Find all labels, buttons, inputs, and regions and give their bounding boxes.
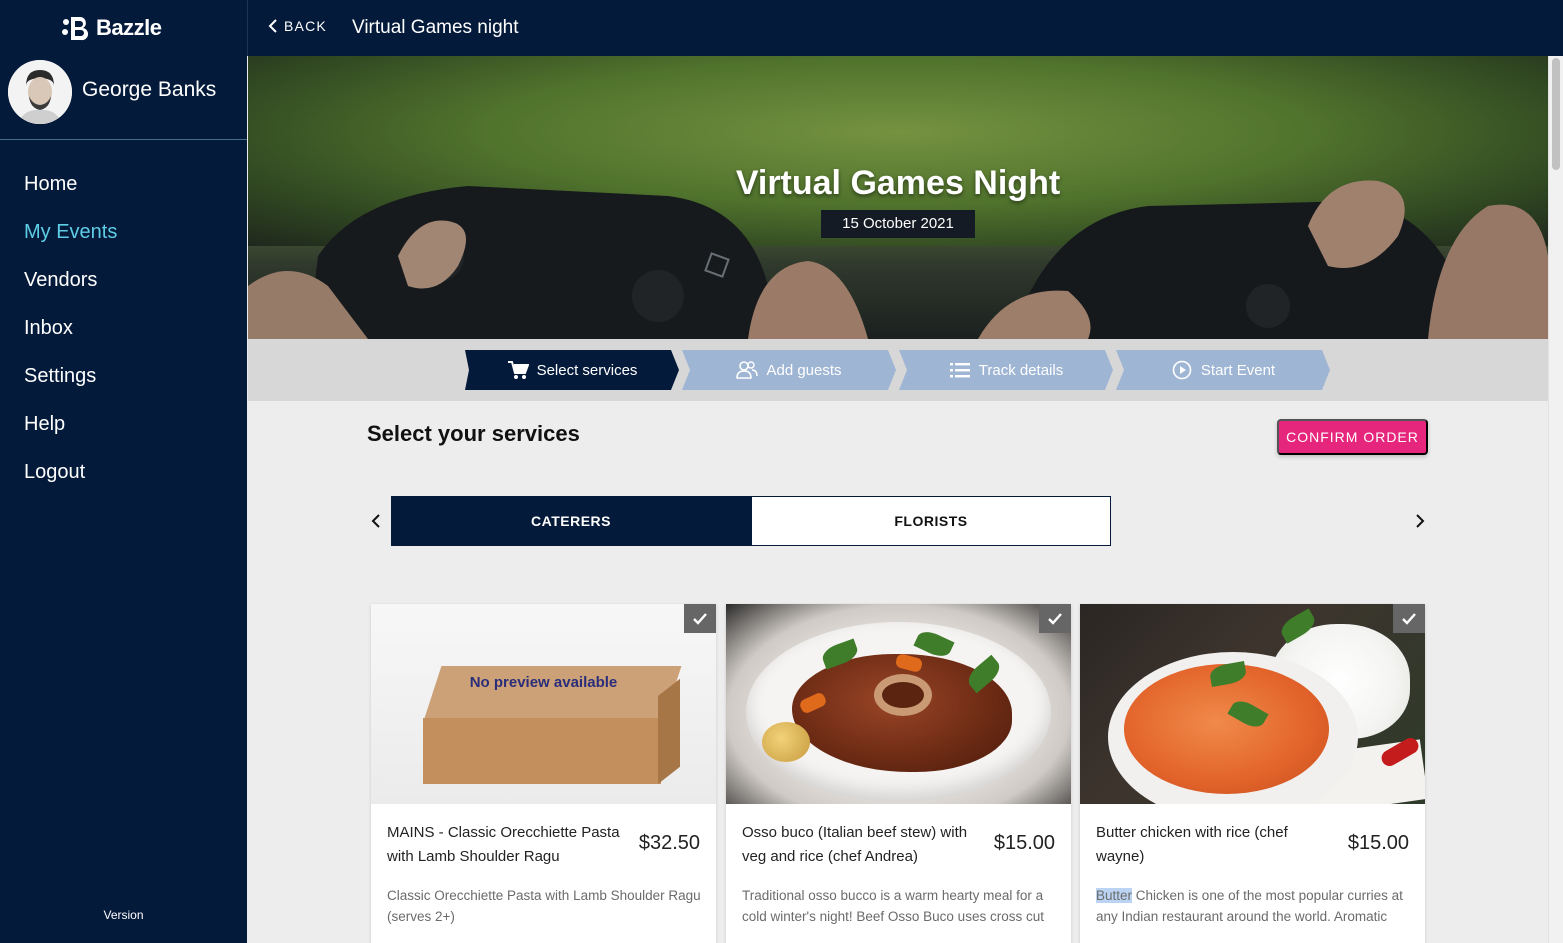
tab-caterers[interactable]: CATERERS [391,496,751,546]
sidebar-item-inbox[interactable]: Inbox [0,304,247,352]
confirm-order-button[interactable]: CONFIRM ORDER [1277,419,1428,455]
service-card[interactable]: Osso buco (Italian beef stew) with veg a… [726,604,1071,943]
sidebar-item-my-events[interactable]: My Events [0,208,247,256]
section-title: Select your services [367,421,580,446]
step-label: Select services [536,361,638,379]
event-steps-bar: Select services Add guests Track details… [248,339,1548,401]
potato-graphic [762,722,810,762]
step-start-event[interactable]: Start Event [1116,350,1330,390]
select-checkbox[interactable] [684,604,716,633]
page-title: Virtual Games night [352,17,519,38]
back-label: BACK [284,18,327,34]
box-graphic-side [658,678,680,784]
check-icon [693,612,707,625]
no-preview-text: No preview available [469,674,618,691]
sidebar-item-home[interactable]: Home [0,160,247,208]
service-title: Osso buco (Italian beef stew) with veg a… [742,824,968,865]
service-description: Classic Orecchiette Pasta with Lamb Shou… [387,888,701,924]
description-rest: Chicken is one of the most popular curri… [1096,888,1403,924]
box-graphic-front [423,718,661,784]
step-label: Track details [978,361,1064,379]
service-card[interactable]: No preview available MAINS - Classic Ore… [371,604,716,943]
user-profile: George Banks [0,56,247,140]
step-add-guests[interactable]: Add guests [682,350,896,390]
event-title: Virtual Games Night [735,164,1061,202]
step-select-services[interactable]: Select services [465,350,679,390]
sidebar: Bazzle George Banks Home My Events Vendo… [0,0,247,943]
service-price: $32.50 [638,832,700,854]
bone-graphic [874,674,932,716]
select-checkbox[interactable] [1039,604,1071,633]
event-hero-banner: Virtual Games Night 15 October 2021 [248,56,1548,339]
service-image-placeholder: No preview available [371,604,716,804]
app-logo[interactable]: Bazzle [60,14,162,42]
step-label: Add guests [766,361,842,379]
sidebar-item-vendors[interactable]: Vendors [0,256,247,304]
service-description: Traditional osso bucco is a warm hearty … [742,888,1044,924]
cart-icon [507,360,529,380]
tabs-prev-button[interactable] [366,510,386,532]
butter-chicken-image [1080,604,1425,804]
select-checkbox[interactable] [1393,604,1425,633]
service-price: $15.00 [1347,832,1409,854]
sidebar-item-help[interactable]: Help [0,400,247,448]
version-label: Version [103,908,144,922]
user-name: George Banks [82,78,217,101]
sidebar-nav: Home My Events Vendors Inbox Settings He… [0,160,247,496]
service-title: MAINS - Classic Orecchiette Pasta with L… [387,824,620,865]
tabs-next-button[interactable] [1410,510,1430,532]
osso-buco-image [726,604,1071,804]
scrollbar-thumb[interactable] [1552,58,1560,170]
bazzle-logo-icon [62,17,89,41]
list-icon [949,360,971,380]
service-price: $15.00 [993,832,1055,854]
sidebar-item-logout[interactable]: Logout [0,448,247,496]
chevron-left-icon [268,19,277,33]
top-bar: BACK Virtual Games night [247,0,1563,56]
user-avatar-icon [8,60,72,124]
avatar[interactable] [8,60,72,124]
logo-text: Bazzle [96,15,162,40]
back-button[interactable]: BACK [268,18,327,34]
check-icon [1402,612,1416,625]
step-track-details[interactable]: Track details [899,350,1113,390]
check-icon [1048,612,1062,625]
users-icon [736,360,758,380]
page-scrollbar[interactable] [1548,56,1563,943]
event-date-badge: 15 October 2021 [821,210,975,238]
sidebar-item-settings[interactable]: Settings [0,352,247,400]
chevron-left-icon [371,514,380,528]
play-icon [1171,360,1193,380]
service-card[interactable]: Butter chicken with rice (chef wayne) $1… [1080,604,1425,943]
service-title: Butter chicken with rice (chef wayne) [1096,824,1288,865]
highlighted-text: Butter [1096,888,1133,903]
tab-florists[interactable]: FLORISTS [751,496,1111,546]
chevron-right-icon [1416,514,1425,528]
service-description: Butter Chicken is one of the most popula… [1096,885,1414,927]
step-label: Start Event [1200,361,1276,379]
